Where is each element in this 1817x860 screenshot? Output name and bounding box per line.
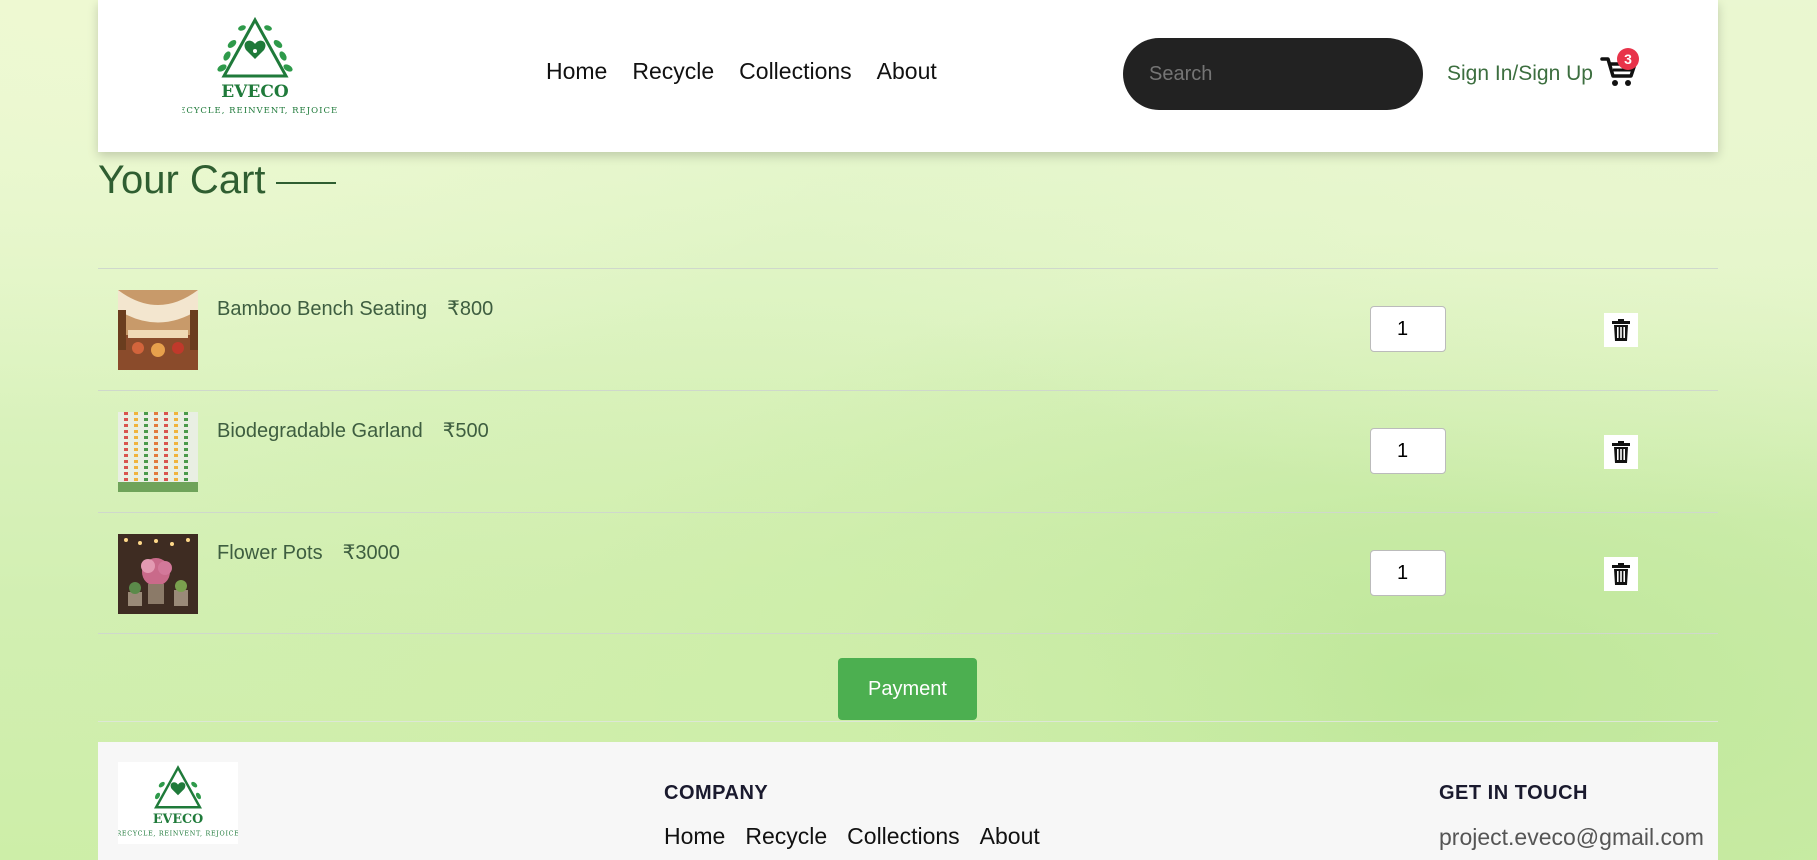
payment-button[interactable]: Payment: [838, 658, 977, 720]
item-price: ₹500: [442, 420, 489, 442]
cart-button[interactable]: 3: [1599, 48, 1639, 90]
footer-link-about[interactable]: About: [980, 823, 1040, 850]
product-thumbnail: [118, 290, 198, 370]
remove-item-button[interactable]: [1604, 435, 1638, 469]
nav-about[interactable]: About: [877, 58, 937, 85]
footer-brand-tagline: RECYCLE, REINVENT, REJOICE: [118, 830, 238, 837]
item-details: Biodegradable Garland ₹500: [217, 418, 489, 443]
product-thumbnail: [118, 412, 198, 492]
site-header: EVECO RECYCLE, REINVENT, REJOICE Home Re…: [98, 0, 1718, 152]
flower-pots-image-icon: [118, 534, 198, 614]
bamboo-bench-image-icon: [118, 290, 198, 370]
item-details: Flower Pots ₹3000: [217, 540, 400, 565]
nav-recycle[interactable]: Recycle: [632, 58, 714, 85]
page-title-text: Your Cart: [98, 158, 266, 202]
footer-link-collections[interactable]: Collections: [847, 823, 960, 850]
cart-item-row: Biodegradable Garland ₹500: [98, 390, 1718, 512]
cart-item-row: Bamboo Bench Seating ₹800: [98, 268, 1718, 390]
remove-item-button[interactable]: [1604, 557, 1638, 591]
quantity-input[interactable]: [1370, 550, 1446, 596]
company-heading: COMPANY: [664, 782, 769, 804]
footer-link-recycle[interactable]: Recycle: [745, 823, 827, 850]
footer-nav: Home Recycle Collections About: [664, 823, 1040, 850]
sign-in-link[interactable]: Sign In/Sign Up: [1447, 62, 1593, 86]
search-input[interactable]: [1149, 62, 1414, 86]
trash-icon: [1612, 441, 1630, 463]
footer-logo[interactable]: EVECO RECYCLE, REINVENT, REJOICE: [116, 762, 239, 844]
nav-collections[interactable]: Collections: [739, 58, 852, 85]
footer-link-home[interactable]: Home: [664, 823, 725, 850]
contact-email-link[interactable]: project.eveco@gmail.com: [1439, 824, 1704, 851]
section-divider: [98, 721, 1718, 722]
title-underline: [275, 181, 336, 184]
brand-tagline: RECYCLE, REINVENT, REJOICE: [182, 106, 338, 116]
page-title: Your Cart: [98, 158, 336, 203]
site-footer: EVECO RECYCLE, REINVENT, REJOICE COMPANY…: [98, 742, 1718, 860]
remove-item-button[interactable]: [1604, 313, 1638, 347]
footer-brand-name: EVECO: [153, 811, 203, 826]
trash-icon: [1612, 563, 1630, 585]
main-nav: Home Recycle Collections About: [546, 58, 937, 85]
trash-icon: [1612, 319, 1630, 341]
nav-home[interactable]: Home: [546, 58, 607, 85]
brand-name: EVECO: [221, 82, 289, 102]
item-details: Bamboo Bench Seating ₹800: [217, 296, 493, 321]
item-price: ₹3000: [342, 542, 400, 564]
cart-item-list: Bamboo Bench Seating ₹800 1 Biodegradabl…: [98, 268, 1718, 634]
item-price: ₹800: [447, 298, 494, 320]
contact-heading: GET IN TOUCH: [1439, 782, 1588, 804]
quantity-input[interactable]: [1370, 428, 1446, 474]
quantity-input[interactable]: [1370, 306, 1446, 352]
item-name: Flower Pots: [217, 542, 323, 564]
product-thumbnail: [118, 534, 198, 614]
item-name: Bamboo Bench Seating: [217, 298, 428, 320]
cart-item-row: Flower Pots ₹3000: [98, 512, 1718, 634]
footer-logo-emblem-icon: EVECO RECYCLE, REINVENT, REJOICE: [116, 765, 239, 837]
cart-count-badge: 3: [1617, 48, 1639, 70]
search-bar: [1123, 38, 1423, 110]
item-name: Biodegradable Garland: [217, 420, 423, 442]
logo-emblem-icon: EVECO RECYCLE, REINVENT, REJOICE: [172, 16, 338, 116]
garland-image-icon: [118, 412, 198, 492]
eveco-logo[interactable]: EVECO RECYCLE, REINVENT, REJOICE: [172, 14, 352, 130]
